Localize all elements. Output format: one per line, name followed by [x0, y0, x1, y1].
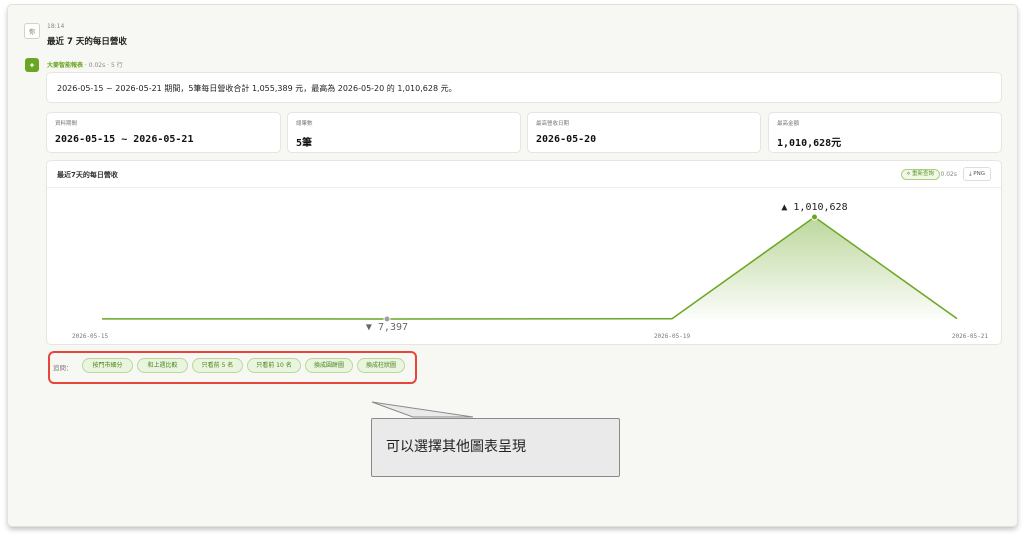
user-avatar: 你 — [24, 23, 40, 39]
stat-card-count: 總筆數 5筆 — [287, 112, 521, 153]
stat-label: 資料期間 — [55, 121, 78, 127]
stat-card-period: 資料期間 2026-05-15 ~ 2026-05-21 — [46, 112, 281, 153]
user-message-time: 18:14 — [47, 23, 65, 30]
highlight-annotation — [48, 351, 417, 384]
user-message: 最近 7 天的每日營收 — [47, 37, 127, 47]
bot-name: 大麥智能報表 — [47, 62, 84, 69]
stat-label: 最高金額 — [777, 121, 800, 127]
data-label: ▲ 1,010,628 — [781, 202, 847, 213]
app-window: 你 18:14 最近 7 天的每日營收 ✦ 大麥智能報表 · 0.02s · 5… — [8, 5, 1017, 526]
stat-value: 1,010,628元 — [777, 138, 842, 149]
series-area — [102, 217, 957, 319]
bot-meta-detail: · 0.02s · 5 行 — [83, 62, 123, 69]
data-point[interactable] — [811, 213, 818, 221]
stat-label: 最高營收日期 — [536, 121, 570, 127]
bot-meta: 大麥智能報表 · 0.02s · 5 行 — [47, 60, 123, 69]
stat-value: 2026-05-15 ~ 2026-05-21 — [55, 134, 194, 145]
x-tick-label: 2026-05-19 — [654, 333, 691, 340]
stat-label: 總筆數 — [296, 121, 313, 127]
callout-note: 可以選擇其他圖表呈現 — [371, 418, 620, 477]
x-tick-label: 2026-05-15 — [72, 333, 109, 340]
data-label: ▼ 7,397 — [366, 322, 408, 333]
stat-value: 5筆 — [296, 138, 313, 149]
chart-card: 最近7天的每日營收 ⟡ 重新查詢 0.02s ⤓ PNG ▲ 1,010,628… — [46, 160, 1002, 345]
stat-value: 2026-05-20 — [536, 134, 597, 145]
x-tick-label: 2026-05-21 — [952, 333, 989, 340]
sparkle-icon: ✦ — [25, 58, 39, 72]
stat-card-top-date: 最高營收日期 2026-05-20 — [527, 112, 761, 153]
area-chart: ▲ 1,010,628 ▼ 7,397 2026-05-15 2026-05-19 2… — [72, 202, 989, 340]
answer-summary: 2026-05-15 ~ 2026-05-21 期間，5筆每日營收合計 1,05… — [46, 72, 1002, 103]
stat-card-top-amount: 最高金額 1,010,628元 — [768, 112, 1002, 153]
